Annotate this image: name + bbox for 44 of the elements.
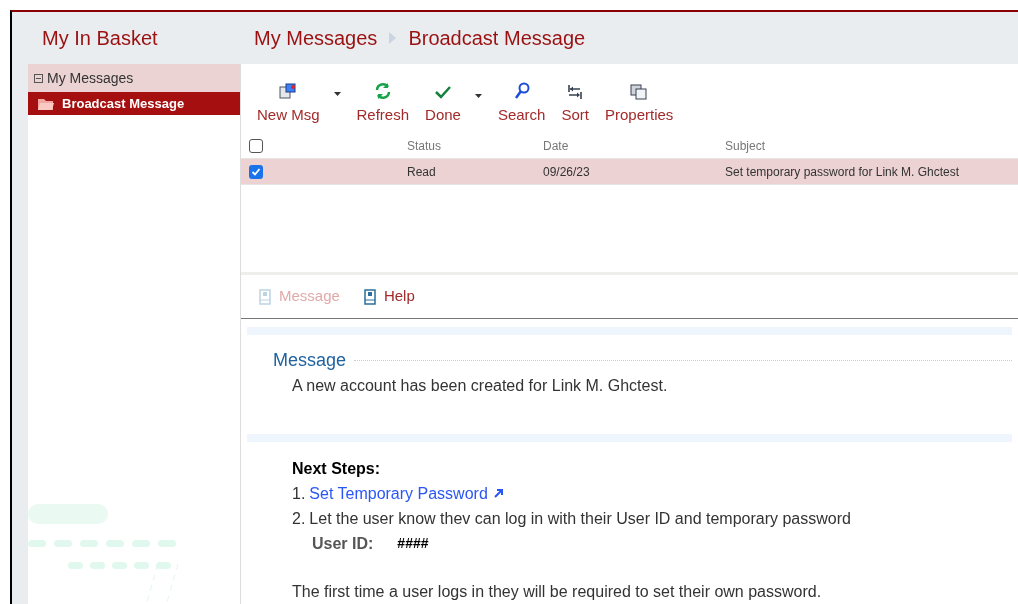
step-number: 1. (292, 484, 306, 504)
toolbar-button[interactable]: Sort (561, 83, 589, 126)
refresh-icon (373, 81, 392, 100)
toolbar-button[interactable]: New Msg (257, 81, 320, 126)
breadcrumb-item: Broadcast Message (408, 26, 586, 51)
breadcrumb-item[interactable]: My Messages (254, 23, 378, 53)
message-text: The first time a user logs in they will be required to set their own password. (292, 582, 823, 602)
tree-item[interactable]: My Messages (28, 64, 240, 92)
field-label: User ID: (312, 534, 374, 554)
panel-title: My In Basket (41, 26, 159, 51)
section-heading: Message (273, 349, 347, 372)
field-value: #### (397, 534, 429, 553)
table-cell-text: 09/26/23 (543, 163, 591, 181)
message-text: A new account has been created for Link M. Ghctest. (291, 376, 669, 396)
step-text: Let the user know thev can log in with their User ID and temporary password (309, 509, 851, 529)
table-row[interactable]: Read 09/26/23 Set temporary password for Link M. Ghctest (241, 158, 1018, 185)
column-header[interactable]: Status (407, 137, 543, 155)
column-header[interactable]: Subject (725, 137, 766, 155)
toolbar-button[interactable]: Search (497, 81, 546, 126)
checkbox[interactable] (249, 164, 263, 179)
book-icon (259, 288, 271, 305)
tab[interactable]: Help (363, 285, 415, 308)
toolbar-button[interactable]: Properties (604, 83, 674, 126)
search-icon (513, 81, 530, 100)
documents-icon (630, 83, 649, 100)
step-link[interactable]: Set Temporary Password (309, 481, 503, 506)
toolbar-button[interactable]: Done (425, 83, 461, 126)
checkbox[interactable] (249, 139, 263, 153)
table-cell-text: Read (407, 163, 437, 181)
column-header[interactable]: Date (543, 137, 725, 155)
book-icon (363, 288, 376, 305)
dropdown-caret-icon[interactable] (333, 91, 341, 96)
external-link-icon (493, 489, 503, 498)
collapse-icon[interactable] (34, 73, 43, 83)
breadcrumb-separator-icon (389, 32, 397, 44)
step-number: 2. (292, 509, 306, 529)
toolbar-button[interactable]: Refresh (356, 81, 410, 126)
steps-heading: Next Steps: (292, 459, 382, 479)
envelope-document-icon (278, 81, 299, 100)
sort-arrows-icon (567, 83, 584, 100)
dropdown-caret-icon[interactable] (474, 93, 482, 98)
folder-icon (38, 97, 54, 110)
tree-item[interactable]: Broadcast Message (28, 92, 240, 115)
table-cell-text: Set temporary password for Link M. Ghctest (725, 163, 960, 181)
